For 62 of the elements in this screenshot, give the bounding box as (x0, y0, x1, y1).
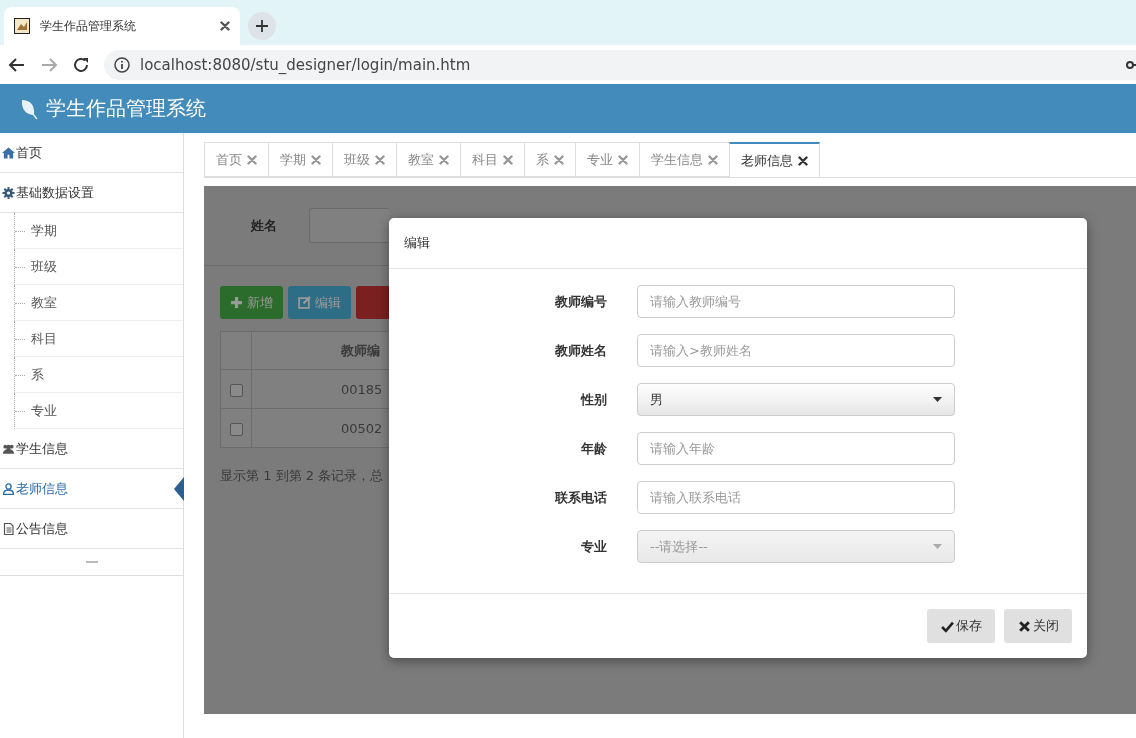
field-label: 年龄 (580, 439, 607, 458)
favicon-icon (14, 18, 30, 34)
search-label: 姓名 (251, 216, 278, 235)
document-icon (2, 522, 15, 535)
edit-icon (298, 296, 311, 309)
active-marker-icon (174, 477, 184, 501)
page-tab[interactable]: 学期 (268, 142, 332, 177)
address-field[interactable]: localhost:8080/stu_designer/login/main.htm (104, 49, 1136, 80)
page-tab[interactable]: 专业 (575, 142, 639, 177)
sidebar-item[interactable]: 学生信息 (0, 429, 183, 469)
resize-handle[interactable] (85, 561, 98, 563)
text-field[interactable]: 请输入教师编号 (637, 285, 955, 318)
back-icon[interactable] (8, 55, 26, 74)
forward-icon[interactable] (40, 55, 58, 74)
home-icon (2, 146, 15, 159)
plus-icon (230, 296, 243, 309)
page-tab[interactable]: 科目 (460, 142, 524, 177)
info-icon (114, 56, 130, 73)
sidebar-item[interactable]: 老师信息 (0, 469, 183, 509)
sidebar-subitem[interactable]: 系 (14, 357, 183, 393)
row-checkbox[interactable] (229, 383, 243, 397)
sidebar-subitem[interactable]: 科目 (14, 321, 183, 357)
page-tab[interactable]: 系 (524, 142, 575, 177)
sidebar-subitem[interactable]: 班级 (14, 249, 183, 285)
field-label: 教师姓名 (554, 341, 607, 360)
field-label: 联系电话 (554, 488, 607, 507)
sidebar-item[interactable]: 首页 (0, 133, 183, 173)
user-icon (2, 482, 15, 495)
text-field[interactable]: 请输入联系电话 (637, 481, 955, 514)
field-label: 教师编号 (554, 292, 607, 311)
pagination-text: 显示第 1 到第 2 条记录，总 (220, 467, 385, 485)
close-icon[interactable] (798, 155, 808, 166)
caret-icon (933, 397, 942, 402)
text-field[interactable]: 请输入年龄 (637, 432, 955, 465)
text-field[interactable]: 请输入>教师姓名 (637, 334, 955, 367)
close-icon (1017, 619, 1031, 633)
page-tab[interactable]: 学生信息 (639, 142, 729, 177)
page-tab[interactable]: 首页 (204, 142, 268, 177)
reload-icon[interactable] (72, 55, 90, 74)
plus-icon (255, 19, 269, 33)
sidebar-subitem[interactable]: 学期 (14, 213, 183, 249)
close-icon[interactable] (220, 21, 230, 31)
check-icon (940, 619, 954, 633)
sidebar-item[interactable]: 基础数据设置 (0, 173, 183, 213)
select-field[interactable]: 男 (637, 383, 955, 416)
sidebar-item[interactable]: 公告信息 (0, 509, 183, 549)
page-tab[interactable]: 班级 (332, 142, 396, 177)
page-tab[interactable]: 教室 (396, 142, 460, 177)
sidebar-subitem[interactable]: 专业 (14, 393, 183, 429)
dialog-title: 编辑 (404, 234, 430, 252)
app-title: 学生作品管理系统 (46, 95, 206, 122)
caret-icon (933, 544, 942, 549)
field-label: 性别 (579, 390, 607, 409)
new-tab-button[interactable] (248, 12, 276, 40)
page-tab[interactable]: 老师信息 (729, 142, 820, 178)
key-icon[interactable] (1126, 59, 1136, 70)
save-button[interactable]: 保存 (927, 609, 995, 643)
browser-tab[interactable]: 学生作品管理系统 (4, 7, 240, 45)
row-checkbox[interactable] (229, 422, 243, 436)
field-label: 专业 (580, 537, 607, 556)
close-button[interactable]: 关闭 (1004, 609, 1072, 643)
sidebar-subitem[interactable]: 教室 (14, 285, 183, 321)
